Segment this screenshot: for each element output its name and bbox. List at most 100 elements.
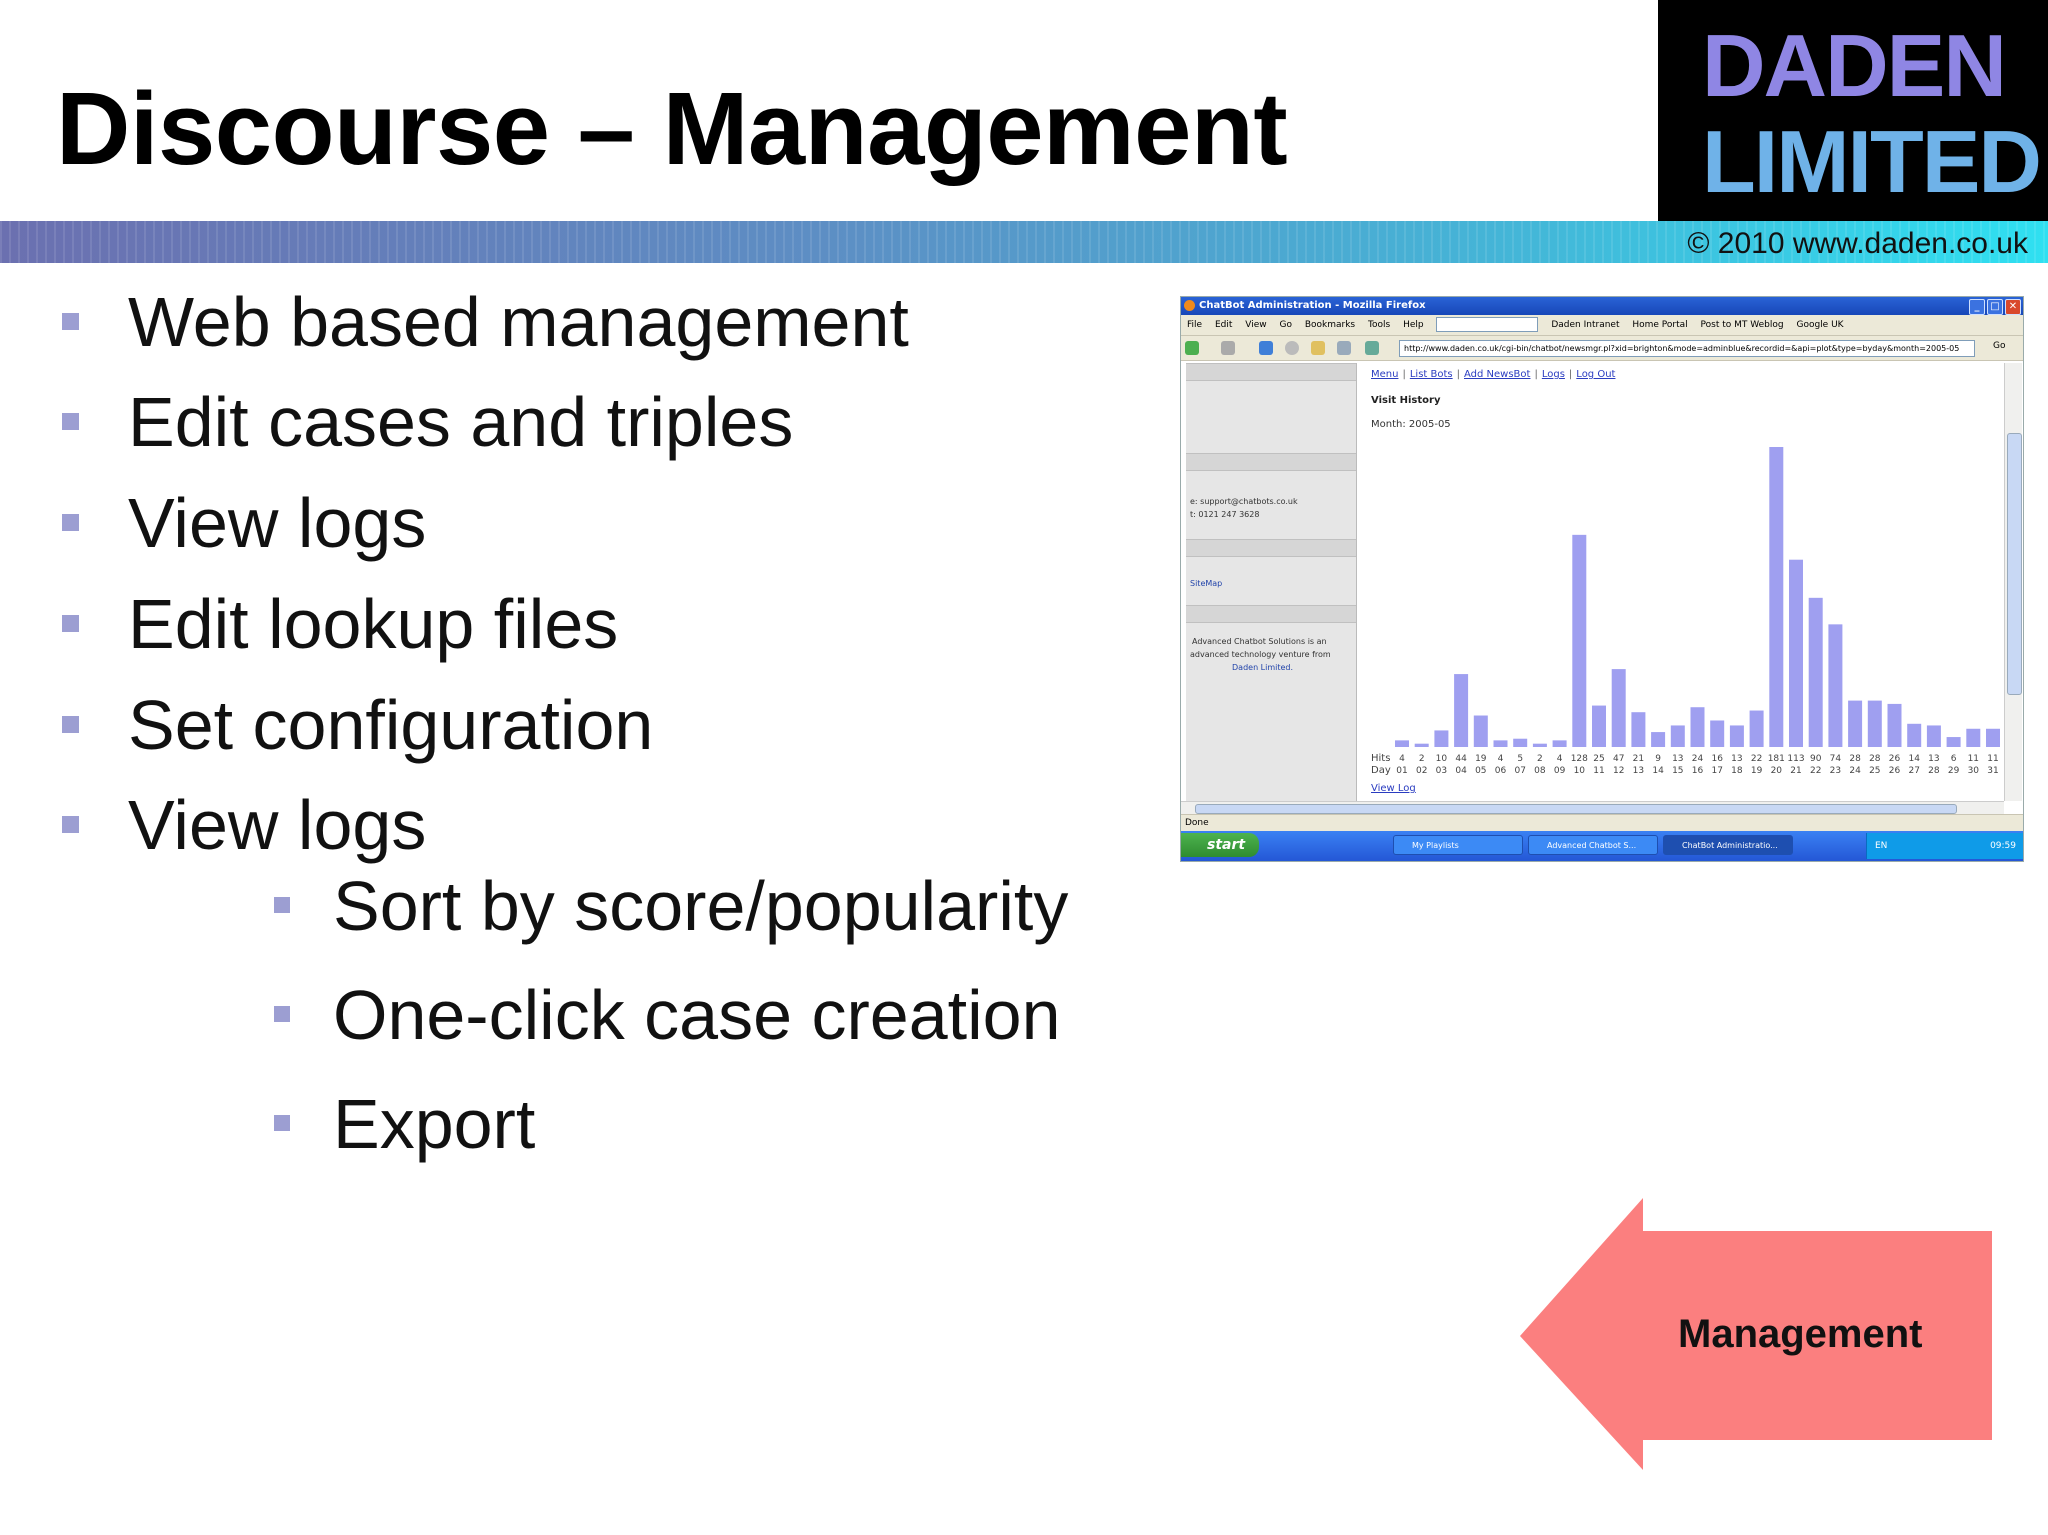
chart-bar <box>1414 743 1429 747</box>
minimize-icon[interactable]: _ <box>1969 299 1985 315</box>
menu-file[interactable]: File <box>1187 320 1202 330</box>
sub-bullet-text: One-click case creation <box>333 976 1061 1054</box>
logo-line-2: LIMITED <box>1702 112 2042 211</box>
chart-bar <box>1552 740 1567 747</box>
chart-hits-label: 6 <box>1951 754 1957 764</box>
sub-bullet-text: Export <box>333 1085 536 1163</box>
sidebar-phone: t: 0121 247 3628 <box>1190 510 1260 519</box>
task-chatbot-admin[interactable]: ChatBot Administratio... <box>1663 835 1793 855</box>
start-button[interactable]: start <box>1181 833 1259 857</box>
reload-icon[interactable] <box>1259 341 1273 355</box>
arrow-label: Management <box>1678 1312 1923 1356</box>
chart-hits-label: 9 <box>1655 754 1661 764</box>
task-advanced-chatbot[interactable]: Advanced Chatbot S... <box>1528 835 1658 855</box>
maximize-icon[interactable]: □ <box>1987 299 2003 315</box>
go-button[interactable]: Go <box>1993 341 2005 351</box>
menu-help[interactable]: Help <box>1403 320 1424 330</box>
menu-go[interactable]: Go <box>1279 320 1291 330</box>
forward-icon[interactable] <box>1221 341 1235 355</box>
chart-hits-label: 47 <box>1613 754 1624 764</box>
chart-day-label: 09 <box>1554 766 1566 776</box>
chart-hits-label: 16 <box>1711 754 1723 764</box>
chart-hits-label: 11 <box>1968 754 1979 764</box>
menu-edit[interactable]: Edit <box>1215 320 1232 330</box>
mail-icon[interactable] <box>1337 341 1351 355</box>
sub-bullet-text: Sort by score/popularity <box>333 867 1069 945</box>
address-bar[interactable]: http://www.daden.co.uk/cgi-bin/chatbot/n… <box>1399 340 1975 357</box>
chart-day-label: 05 <box>1475 766 1486 776</box>
chart-bar <box>1690 707 1705 747</box>
back-icon[interactable] <box>1185 341 1199 355</box>
chart-bar <box>1454 674 1469 747</box>
bullet-item: Set configuration <box>62 690 653 760</box>
stop-icon[interactable] <box>1285 341 1299 355</box>
chart-bar <box>1789 559 1803 747</box>
chart-hits-label: 4 <box>1498 754 1504 764</box>
close-icon[interactable]: ✕ <box>2005 299 2021 315</box>
chart-bar <box>1532 743 1547 747</box>
day-row-label: Day <box>1371 765 1391 776</box>
status-text: Done <box>1185 818 1209 828</box>
chart-day-label: 08 <box>1534 766 1546 776</box>
chart-hits-label: 11 <box>1987 754 1998 764</box>
menu-bookmarks[interactable]: Bookmarks <box>1305 320 1355 330</box>
task-my-playlists[interactable]: My Playlists <box>1393 835 1523 855</box>
clock: 09:59 <box>1990 841 2016 851</box>
chart-bar <box>1828 624 1843 747</box>
chart-bar <box>1808 597 1823 747</box>
page-content: Menu | List Bots | Add NewsBot | Logs | Log Out … <box>1371 363 2001 803</box>
language-indicator[interactable]: EN <box>1875 841 1887 851</box>
chart-hits-label: 2 <box>1537 754 1543 764</box>
chart-bar <box>1710 720 1725 747</box>
chart-bar <box>1592 705 1606 747</box>
window-title: ChatBot Administration - Mozilla Firefox <box>1199 300 1426 311</box>
sidebar-sitemap-link[interactable]: SiteMap <box>1190 577 1222 590</box>
bullet-item: Edit cases and triples <box>62 387 793 457</box>
sidebar-daden-link[interactable]: Daden Limited. <box>1232 661 1293 674</box>
chart-day-label: 17 <box>1711 766 1722 776</box>
chart-bar <box>1769 447 1784 747</box>
logo-line-1: DADEN <box>1702 16 2007 115</box>
print-icon[interactable] <box>1365 341 1379 355</box>
chart-bar <box>1966 728 1981 747</box>
sub-bullet-item: Export <box>274 1089 535 1159</box>
chart-hits-label: 90 <box>1810 754 1822 764</box>
scroll-thumb[interactable] <box>2007 433 2022 695</box>
slide-title: Discourse – Management <box>56 71 1288 186</box>
chart-day-label: 06 <box>1495 766 1507 776</box>
chart-bar <box>1493 740 1508 747</box>
chart-hits-label: 19 <box>1475 754 1487 764</box>
visit-history-chart: HitsDay401202100344041905406507208409128… <box>1371 447 2000 776</box>
horizontal-scrollbar[interactable] <box>1181 801 2004 815</box>
bullet-text: Edit cases and triples <box>128 383 794 461</box>
chart-day-label: 27 <box>1908 766 1919 776</box>
chart-bar <box>1907 723 1922 747</box>
google-search-input[interactable] <box>1436 317 1539 332</box>
scroll-thumb[interactable] <box>1195 804 1957 814</box>
chart-hits-label: 21 <box>1633 754 1644 764</box>
sidebar-divider <box>1186 453 1356 471</box>
bullet-square-icon <box>62 313 79 330</box>
chart-day-label: 31 <box>1987 766 1998 776</box>
bookmark-post-mt-weblog[interactable]: Post to MT Weblog <box>1701 320 1784 330</box>
chart-hits-label: 113 <box>1787 754 1804 764</box>
chart-bar <box>1867 700 1882 747</box>
chart-day-label: 29 <box>1948 766 1960 776</box>
bullet-square-icon <box>274 897 290 913</box>
menu-tools[interactable]: Tools <box>1368 320 1390 330</box>
bookmark-home-portal[interactable]: Home Portal <box>1632 320 1687 330</box>
hits-row-label: Hits <box>1371 753 1390 764</box>
vertical-scrollbar[interactable] <box>2004 363 2022 801</box>
chart-day-label: 03 <box>1436 766 1447 776</box>
bookmark-google-uk[interactable]: Google UK <box>1796 320 1843 330</box>
chart-day-label: 19 <box>1751 766 1763 776</box>
chart-hits-label: 13 <box>1672 754 1683 764</box>
sidebar-divider <box>1186 539 1356 557</box>
chart-day-label: 13 <box>1633 766 1644 776</box>
menu-view[interactable]: View <box>1245 320 1266 330</box>
home-icon[interactable] <box>1311 341 1325 355</box>
bookmark-daden-intranet[interactable]: Daden Intranet <box>1551 320 1619 330</box>
chart-bar <box>1670 725 1685 747</box>
start-label: start <box>1207 837 1246 853</box>
view-log-link[interactable]: View Log <box>1371 783 1416 794</box>
